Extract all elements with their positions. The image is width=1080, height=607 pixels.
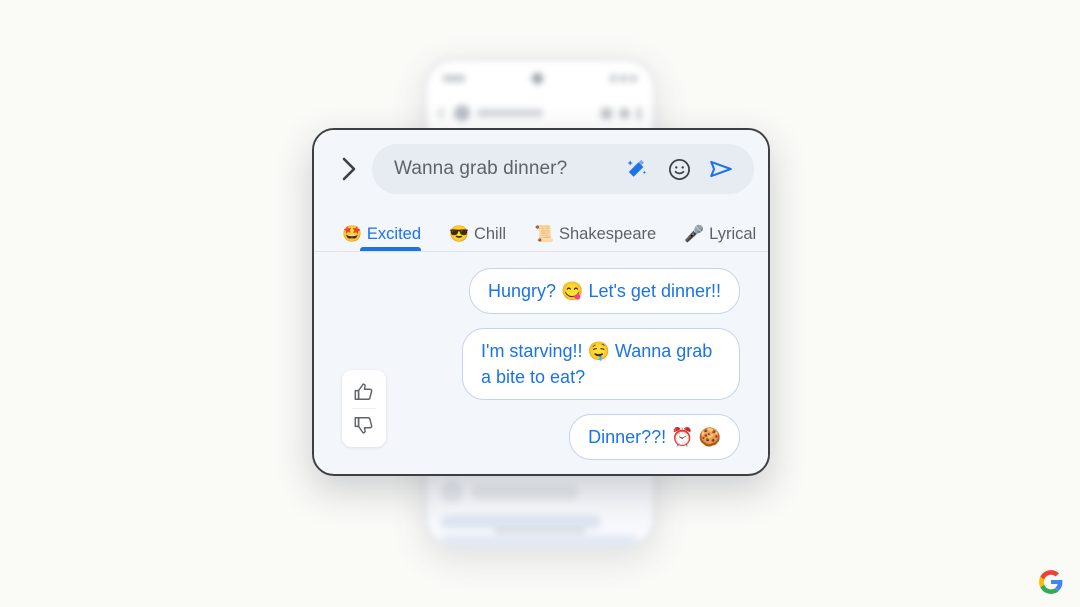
microphone-emoji: 🎤 [684,225,705,243]
video-call-icon [601,107,612,119]
tab-shakespeare[interactable]: 📜 Shakespeare [534,225,656,251]
camera-punch-hole [532,72,543,84]
contact-name [477,109,543,117]
suggested-reply-2[interactable]: I'm starving!! 🤤 Wanna grab a bite to ea… [462,328,740,401]
back-arrow-icon [437,107,449,119]
tab-label: Chill [473,225,507,243]
thumbs-down-icon[interactable] [346,409,382,441]
tab-label: Lyrical [709,225,757,243]
message-input-field[interactable]: Wanna grab dinner? [372,144,754,194]
message-composer: Wanna grab dinner? [314,130,768,208]
phone-status-bar [427,61,653,95]
suggested-reply-1[interactable]: Hungry? 😋 Let's get dinner!! [469,268,740,315]
overflow-menu-icon [637,106,641,120]
tab-excited[interactable]: 🤩 Excited [342,225,422,251]
suggested-replies-list: Hungry? 😋 Let's get dinner!! I'm starvin… [314,252,768,473]
status-time [443,74,465,82]
contact-avatar [454,105,470,121]
sunglasses-emoji: 😎 [449,225,469,243]
smiley-face-icon[interactable] [660,150,698,188]
chevron-right-icon[interactable] [334,149,364,189]
home-indicator [494,528,586,533]
tone-tab-strip[interactable]: 🤩 Excited 😎 Chill 📜 Shakespeare 🎤 Lyrica… [314,208,768,252]
thumbs-up-icon[interactable] [346,376,382,408]
phone-call-icon [619,107,630,119]
status-icons [610,74,637,82]
tab-chill[interactable]: 😎 Chill [449,225,506,251]
phone-app-bar [427,97,653,129]
suggested-reply-3[interactable]: Dinner??! ⏰ 🍪 [569,414,740,461]
message-input-value[interactable]: Wanna grab dinner? [394,158,614,180]
scroll-emoji: 📜 [534,225,554,243]
tab-label: Shakespeare [558,225,657,243]
star-struck-emoji: 🤩 [342,225,362,243]
smart-reply-panel: Wanna grab dinner? 🤩 Excited 😎 Chill 📜 S… [312,128,770,476]
google-g-logo [1038,569,1064,595]
magic-wand-icon[interactable] [618,150,656,188]
tab-lyrical[interactable]: 🎤 Lyrical [684,225,756,251]
feedback-rail [342,370,386,447]
send-arrow-icon[interactable] [702,150,740,188]
tab-label: Excited [366,225,422,243]
